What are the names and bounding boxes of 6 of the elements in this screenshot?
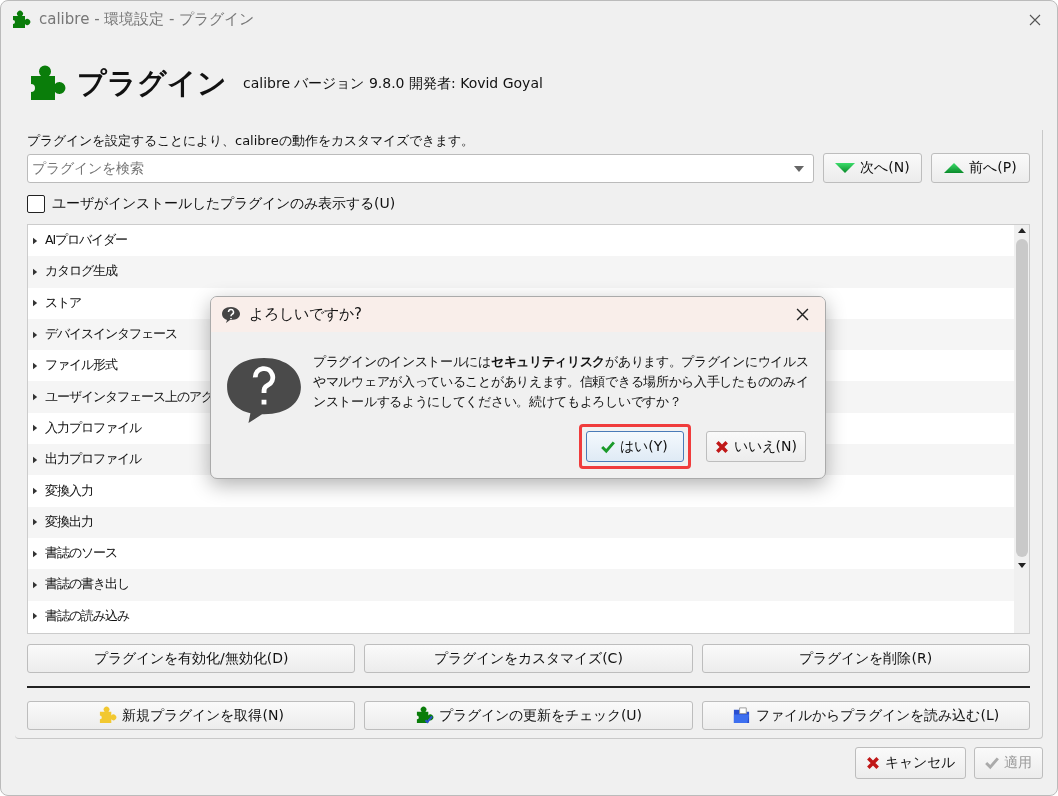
version-text: calibre バージョン 9.8.0 開発者: Kovid Goyal: [243, 75, 543, 93]
dialog-title: よろしいですか?: [249, 305, 362, 324]
dialog-message: プラグインのインストールにはセキュリティリスクがあります。プラグインにウイルスやマルウェアが入っていることがありえます。信頼できる場所から入手したもののみインストールするようにしてください。続けてもよろしいですか？: [313, 353, 810, 411]
page-title: プラグイン: [77, 65, 227, 102]
window-title: calibre - 環境設定 - プラグイン: [39, 10, 255, 29]
description-text: プラグインを設定することにより、calibreの動作をカスタマイズできます。: [27, 132, 475, 150]
